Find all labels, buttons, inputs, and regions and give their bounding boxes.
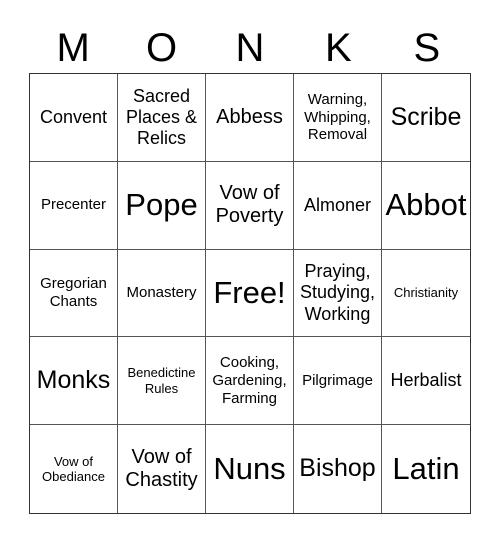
- bingo-cell[interactable]: Sacred Places & Relics: [118, 74, 206, 162]
- bingo-cell[interactable]: Convent: [30, 74, 118, 162]
- bingo-cell[interactable]: Nuns: [206, 425, 294, 513]
- header-letter-n: N: [235, 26, 265, 70]
- header-letter-m: M: [56, 26, 90, 70]
- bingo-cell[interactable]: Pilgrimage: [294, 337, 382, 426]
- bingo-cell[interactable]: Praying, Studying, Working: [294, 249, 382, 338]
- bingo-cell[interactable]: Gregorian Chants: [30, 249, 118, 338]
- bingo-cell-text: Vow of Chastity: [125, 445, 198, 492]
- bingo-cell-text: Warning, Whipping, Removal: [304, 90, 371, 144]
- bingo-cell-text: Monks: [36, 366, 111, 395]
- bingo-cell[interactable]: Cooking, Gardening, Farming: [206, 337, 294, 426]
- bingo-cell-text: Cooking, Gardening, Farming: [212, 354, 287, 407]
- bingo-cell-text: Benedictine Rules: [127, 365, 196, 396]
- bingo-cell[interactable]: Pope: [118, 161, 206, 250]
- bingo-cell-text: Convent: [39, 106, 108, 127]
- bingo-cell-text: Monastery: [126, 284, 197, 302]
- bingo-cell[interactable]: Vow of Poverty: [206, 161, 294, 250]
- bingo-cell[interactable]: Benedictine Rules: [118, 337, 206, 426]
- bingo-cell-text: Gregorian Chants: [40, 275, 107, 310]
- bingo-cell-text: Abbot: [385, 186, 467, 222]
- bingo-cell-text: Vow of Obediance: [42, 453, 105, 485]
- bingo-grid: Convent Sacred Places & Relics Abbess Warni…: [29, 73, 471, 514]
- bingo-cell-text: Herbalist: [390, 370, 462, 391]
- free-space-cell[interactable]: Free!: [206, 249, 294, 338]
- header-letter-s: S: [413, 26, 441, 70]
- bingo-cell[interactable]: Abbess: [206, 74, 294, 162]
- bingo-cell[interactable]: Christianity: [382, 250, 470, 338]
- bingo-cell[interactable]: Vow of Obediance: [30, 425, 118, 513]
- bingo-cell-text: Free!: [213, 274, 286, 310]
- bingo-cell-text: Vow of Poverty: [215, 181, 284, 228]
- header-letter-k: K: [325, 26, 352, 70]
- bingo-cell-text: Sacred Places & Relics: [125, 85, 198, 149]
- bingo-cell[interactable]: Monks: [30, 337, 118, 426]
- bingo-cell[interactable]: Precenter: [30, 161, 118, 250]
- bingo-cell-text: Christianity: [393, 285, 459, 301]
- bingo-cell-text: Pilgrimage: [302, 371, 373, 389]
- bingo-cell-text: Abbess: [216, 105, 283, 128]
- bingo-cell[interactable]: Bishop: [294, 425, 382, 513]
- header-letter-o: O: [146, 26, 178, 70]
- bingo-cell[interactable]: Latin: [382, 425, 470, 513]
- bingo-cell[interactable]: Abbot: [382, 162, 470, 250]
- bingo-cell-text: Bishop: [299, 454, 376, 483]
- bingo-cell[interactable]: Herbalist: [382, 337, 470, 426]
- bingo-cell[interactable]: Scribe: [382, 74, 470, 162]
- bingo-cell[interactable]: Vow of Chastity: [118, 425, 206, 513]
- bingo-cell-text: Praying, Studying, Working: [299, 261, 376, 324]
- bingo-header: M O N K S: [29, 22, 471, 74]
- bingo-cell-text: Scribe: [390, 102, 462, 131]
- bingo-cell[interactable]: Monastery: [118, 249, 206, 338]
- bingo-cell[interactable]: Almoner: [294, 161, 382, 250]
- bingo-cell-text: Pope: [125, 186, 198, 222]
- bingo-cell-text: Latin: [392, 450, 460, 486]
- bingo-cell-text: Almoner: [303, 194, 372, 215]
- bingo-cell[interactable]: Warning, Whipping, Removal: [294, 74, 382, 162]
- bingo-cell-text: Precenter: [40, 196, 107, 214]
- bingo-cell-text: Nuns: [213, 450, 286, 486]
